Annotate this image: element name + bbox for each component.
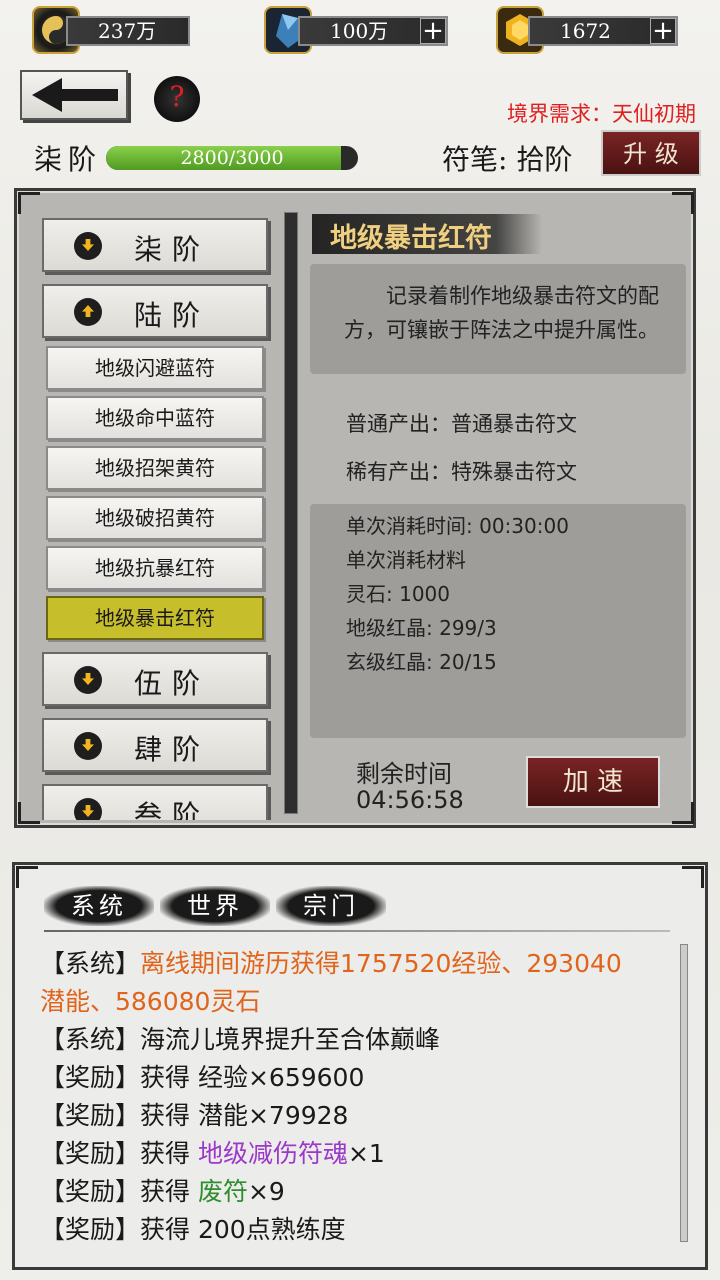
normal-output: 普通产出：普通暴击符文 [346,412,577,436]
question-icon: ? [169,80,185,113]
tabs-underline [44,930,670,932]
tier-label: 柒阶 [134,233,211,266]
chevron-down-icon [74,798,102,820]
material-title: 单次消耗材料 [346,548,466,572]
log-line: 【奖励】获得 废符×9 [40,1177,285,1206]
recipe-item[interactable]: 地级招架黄符 [46,446,264,490]
add-gold-button[interactable]: + [650,18,676,44]
tier-label: 陆阶 [134,299,211,332]
material-3: 玄级红晶: 20/15 [346,650,497,674]
taiji-value: 237万 [66,16,190,46]
exp-text: 2800/3000 [180,147,284,169]
tier-label: 叁阶 [134,799,211,820]
chevron-down-icon [74,666,102,694]
arrow-left-icon [32,78,118,112]
tab-sect[interactable]: 宗门 [276,886,386,926]
stage-label: 柒阶 [34,143,103,176]
material-1: 灵石: 1000 [346,582,450,606]
tier-6-button[interactable]: 陆阶 [42,284,268,338]
recipe-item-selected[interactable]: 地级暴击红符 [46,596,264,640]
description-line-1: 记录着制作地级暴击符文的配 [386,284,659,308]
log-line: 【系统】离线期间游历获得1757520经验、293040 [40,949,622,978]
back-button[interactable] [20,70,128,120]
log-line: 【奖励】获得 经验×659600 [40,1063,365,1092]
log-line: 潜能、586080灵石 [40,987,261,1016]
remain-label: 剩余时间 [356,760,452,788]
exp-bar: 2800/3000 [106,146,358,170]
pen-level: 符笔: 拾阶 [442,143,573,176]
remain-time: 04:56:58 [356,786,464,814]
tab-system[interactable]: 系统 [44,886,154,926]
detail-title: 地级暴击红符 [330,223,492,254]
log-line: 【奖励】获得 潜能×79928 [40,1101,349,1130]
time-cost: 单次消耗时间: 00:30:00 [346,514,569,538]
add-crystal-button[interactable]: + [420,18,446,44]
tier-label: 肆阶 [134,733,211,766]
tier-7-button[interactable]: 柒阶 [42,218,268,272]
log-line: 【奖励】获得 200点熟练度 [40,1215,346,1244]
tab-world[interactable]: 世界 [160,886,270,926]
corner-ornament [672,802,694,824]
recipe-item[interactable]: 地级闪避蓝符 [46,346,264,390]
rare-output: 稀有产出：特殊暴击符文 [346,460,577,484]
help-button[interactable]: ? [154,76,200,122]
log-scrollbar[interactable] [680,944,688,1242]
tier-4-button[interactable]: 肆阶 [42,718,268,772]
realm-requirement: 境界需求：天仙初期 [507,102,696,126]
list-scrollbar[interactable] [284,212,298,814]
tier-3-button[interactable]: 叁阶 [42,784,268,820]
chevron-down-icon [74,732,102,760]
tier-5-button[interactable]: 伍阶 [42,652,268,706]
recipe-item[interactable]: 地级抗暴红符 [46,546,264,590]
tier-label: 伍阶 [134,667,211,700]
speed-up-button[interactable]: 加 速 [526,756,660,808]
recipe-item[interactable]: 地级破招黄符 [46,496,264,540]
upgrade-button[interactable]: 升 级 [601,130,701,176]
log-line: 【奖励】获得 地级减伤符魂×1 [40,1139,385,1168]
recipe-item[interactable]: 地级命中蓝符 [46,396,264,440]
chevron-up-icon [74,298,102,326]
material-2: 地级红晶: 299/3 [346,616,497,640]
recipe-list[interactable]: 柒阶 陆阶 地级闪避蓝符 地级命中蓝符 地级招架黄符 地级破招黄符 地级抗暴红符… [18,200,298,820]
corner-ornament [682,866,704,888]
chevron-down-icon [74,232,102,260]
log-line: 【系统】海流儿境界提升至合体巅峰 [40,1025,441,1054]
corner-ornament [16,866,38,888]
description-line-2: 方，可镶嵌于阵法之中提升属性。 [344,318,659,342]
corner-ornament [672,192,694,214]
